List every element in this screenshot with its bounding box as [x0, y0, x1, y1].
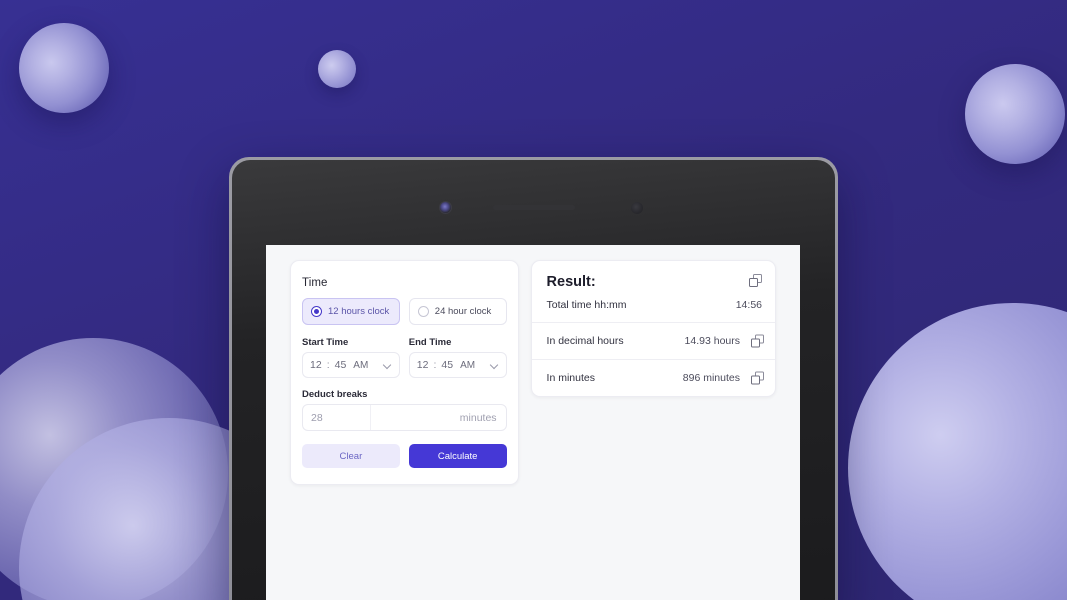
start-separator: : — [326, 359, 330, 371]
deduct-breaks-input[interactable]: 28 minutes — [302, 404, 507, 431]
start-meridiem: AM — [353, 359, 369, 371]
start-hour: 12 — [310, 359, 322, 371]
end-hour: 12 — [416, 359, 429, 371]
chevron-down-icon[interactable] — [491, 361, 499, 369]
time-form-card: Time 12 hours clock 24 hour clock Start … — [290, 260, 519, 485]
app-screen: Time 12 hours clock 24 hour clock Start … — [266, 245, 800, 600]
end-separator: : — [433, 359, 437, 371]
wallpaper-stage: Time 12 hours clock 24 hour clock Start … — [0, 0, 1067, 600]
result-header: Result: Total time hh:mm 14:56 — [532, 261, 775, 322]
start-minute: 45 — [334, 359, 347, 371]
clock-format-group: 12 hours clock 24 hour clock — [302, 298, 507, 325]
time-field-labels: Start Time End Time — [302, 337, 507, 348]
result-label-total-time: Total time hh:mm — [546, 299, 627, 311]
result-row-total-time: Total time hh:mm 14:56 — [547, 299, 762, 311]
app-content: Time 12 hours clock 24 hour clock Start … — [266, 245, 800, 485]
start-time-label: Start Time — [302, 337, 349, 348]
form-actions: Clear Calculate — [302, 444, 507, 468]
tablet-bezel: Time 12 hours clock 24 hour clock Start … — [232, 160, 835, 600]
result-label-minutes: In minutes — [546, 372, 595, 384]
result-card: Result: Total time hh:mm 14:56 In decima… — [530, 260, 776, 397]
time-inputs-row: 12 : 45 AM 12 : 45 AM — [302, 352, 507, 378]
result-row-decimal-hours: In decimal hours 14.93 hours — [531, 322, 775, 359]
end-meridiem: AM — [460, 359, 476, 371]
clock-option-24h[interactable]: 24 hour clock — [408, 298, 507, 325]
chevron-down-icon[interactable] — [384, 361, 392, 369]
end-minute: 45 — [441, 359, 454, 371]
result-value-minutes: 896 minutes — [682, 372, 740, 384]
clock-option-12h[interactable]: 12 hours clock — [302, 298, 400, 325]
radio-filled-icon — [311, 306, 322, 317]
start-time-input[interactable]: 12 : 45 AM — [302, 352, 400, 378]
deduct-breaks-unit: minutes — [459, 411, 497, 424]
clock-option-24h-label: 24 hour clock — [434, 306, 492, 317]
deduct-breaks-value[interactable]: 28 — [303, 405, 371, 430]
camera-icon — [439, 201, 452, 214]
result-title: Result: — [546, 274, 596, 290]
speaker-grille — [493, 205, 575, 210]
end-time-input[interactable]: 12 : 45 AM — [408, 352, 507, 378]
clear-button[interactable]: Clear — [302, 444, 400, 468]
end-time-label: End Time — [408, 337, 452, 348]
copy-icon-decimal-hours[interactable] — [751, 334, 764, 348]
form-section-title: Time — [302, 277, 328, 289]
copy-icon-minutes[interactable] — [751, 371, 764, 385]
result-value-total-time: 14:56 — [735, 299, 762, 311]
tablet-device: Time 12 hours clock 24 hour clock Start … — [229, 157, 838, 600]
deduct-breaks-label: Deduct breaks — [302, 389, 368, 400]
result-label-decimal-hours: In decimal hours — [546, 335, 624, 347]
radio-empty-icon — [417, 306, 429, 317]
result-row-minutes: In minutes 896 minutes — [531, 359, 775, 396]
result-value-decimal-hours: 14.93 hours — [684, 335, 740, 347]
copy-icon-total-time[interactable] — [749, 274, 762, 287]
sensor-icon — [631, 202, 643, 214]
clock-option-12h-label: 12 hours clock — [328, 306, 390, 317]
calculate-button[interactable]: Calculate — [408, 444, 507, 468]
